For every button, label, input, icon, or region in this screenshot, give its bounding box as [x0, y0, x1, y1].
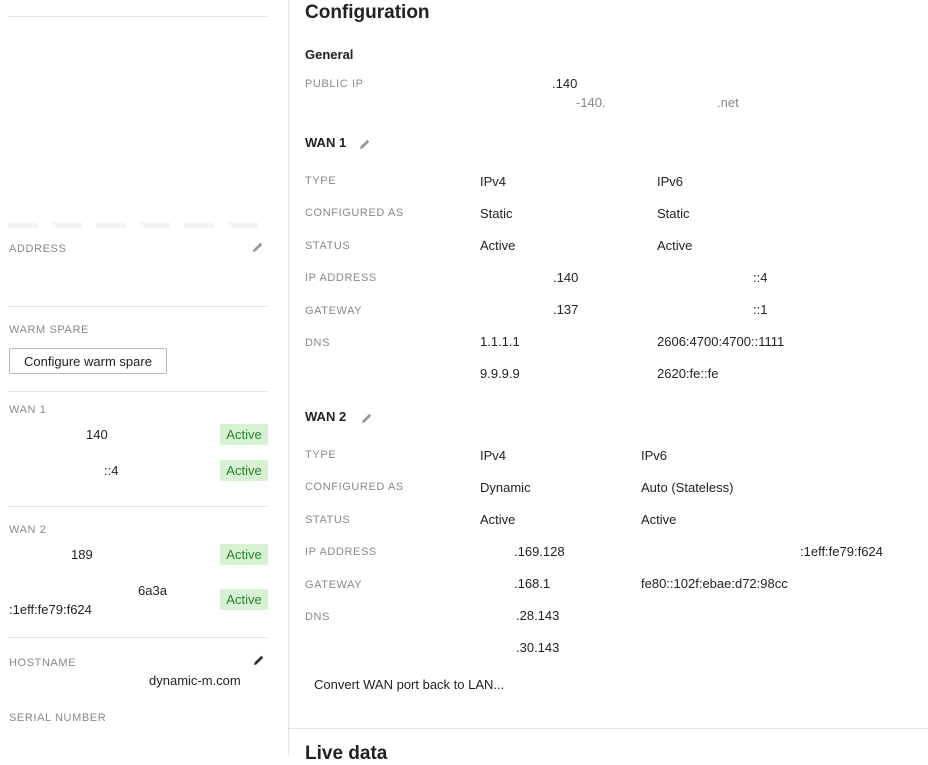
- dns-label: DNS: [305, 611, 331, 623]
- wan2-ipv4-dns1: .28.143: [516, 608, 560, 623]
- page-title: Configuration: [305, 2, 430, 23]
- public-hostname-part: -140.: [576, 95, 606, 110]
- status-label: STATUS: [305, 240, 351, 252]
- wan2-ipv6-gateway: fe80::102f:ebae:d72:98cc: [641, 576, 788, 591]
- wan1-ipv4-status: Active: [480, 238, 516, 253]
- edit-address-pencil-icon[interactable]: [252, 241, 264, 253]
- wan2-ipv4-value: 189: [71, 547, 93, 562]
- configured-as-label: CONFIGURED AS: [305, 207, 404, 219]
- wan2-ipv6-configured: Auto (Stateless): [641, 480, 734, 495]
- configure-warm-spare-button[interactable]: Configure warm spare: [9, 348, 167, 374]
- wan1-ipv4-dns1: 1.1.1.1: [480, 334, 520, 349]
- type-label: TYPE: [305, 449, 337, 461]
- edit-wan1-pencil-icon[interactable]: [359, 138, 371, 150]
- wan1-section-title: WAN 1: [305, 135, 347, 150]
- status-label: STATUS: [305, 514, 351, 526]
- wan2-ipv4-gateway: .168.1: [514, 576, 551, 591]
- sidebar: ADDRESS WARM SPARE Configure warm spare …: [0, 0, 289, 755]
- public-ip-value: .140: [552, 76, 578, 91]
- wan1-ipv4-ip: .140: [553, 270, 579, 285]
- status-badge: Active: [220, 544, 268, 565]
- divider: [8, 306, 268, 307]
- wan1-ipv6-dns1: 2606:4700:4700::1111: [657, 334, 785, 349]
- wan1-ipv4-dns2: 9.9.9.9: [480, 366, 520, 381]
- status-badge: Active: [220, 460, 268, 481]
- ip-address-label: IP ADDRESS: [305, 272, 377, 284]
- divider: [8, 16, 268, 17]
- wan1-ipv4-value: 140: [86, 427, 108, 442]
- live-data-section-title: Live data: [305, 743, 388, 764]
- main-content: Configuration General PUBLIC IP .140 -14…: [289, 0, 928, 764]
- configured-as-label: CONFIGURED AS: [305, 481, 404, 493]
- wan2-ipv6-type: IPv6: [641, 448, 668, 463]
- divider: [8, 637, 268, 638]
- edit-wan2-pencil-icon[interactable]: [361, 412, 373, 424]
- wan1-ipv4-type: IPv4: [480, 174, 507, 189]
- address-label: ADDRESS: [9, 243, 67, 255]
- wan1-ipv6-status: Active: [657, 238, 693, 253]
- wan1-ipv6-type: IPv6: [657, 174, 684, 189]
- wan2-ipv4-configured: Dynamic: [480, 480, 531, 495]
- general-section-title: General: [305, 47, 354, 62]
- wan1-ipv4-configured: Static: [480, 206, 513, 221]
- public-hostname-domain: .net: [717, 95, 739, 110]
- wan2-ipv6-status: Active: [641, 512, 677, 527]
- gateway-label: GATEWAY: [305, 579, 363, 591]
- divider: [8, 391, 268, 392]
- hostname-value: dynamic-m.com: [149, 673, 241, 688]
- wan2-ipv6-value-continued: :1eff:fe79:f624: [9, 602, 92, 617]
- wan2-label: WAN 2: [9, 524, 47, 536]
- wan1-ipv6-value: ::4: [104, 463, 119, 478]
- convert-wan-to-lan-link[interactable]: Convert WAN port back to LAN...: [314, 677, 504, 692]
- serial-number-label: SERIAL NUMBER: [9, 712, 107, 724]
- wan1-ipv6-configured: Static: [657, 206, 690, 221]
- divider: [8, 506, 268, 507]
- edit-hostname-pencil-icon[interactable]: [253, 654, 265, 666]
- wan2-ipv4-type: IPv4: [480, 448, 507, 463]
- divider: [289, 728, 928, 729]
- clipped-content: [8, 222, 268, 228]
- wan2-ipv4-ip: .169.128: [514, 544, 565, 559]
- dns-label: DNS: [305, 337, 331, 349]
- ip-address-label: IP ADDRESS: [305, 546, 377, 558]
- wan2-ipv6-ip: :1eff:fe79:f624: [800, 544, 883, 559]
- wan2-ipv4-dns2: .30.143: [516, 640, 560, 655]
- wan1-ipv6-dns2: 2620:fe::fe: [657, 366, 719, 381]
- warm-spare-label: WARM SPARE: [9, 324, 89, 336]
- wan2-ipv4-status: Active: [480, 512, 516, 527]
- wan1-ipv6-gateway: ::1: [753, 302, 768, 317]
- public-ip-label: PUBLIC IP: [305, 78, 364, 90]
- wan2-ipv6-value: 6a3a: [138, 583, 167, 598]
- wan2-section-title: WAN 2: [305, 409, 347, 424]
- status-badge: Active: [220, 424, 268, 445]
- gateway-label: GATEWAY: [305, 305, 363, 317]
- status-badge: Active: [220, 589, 268, 610]
- wan1-label: WAN 1: [9, 404, 47, 416]
- wan1-ipv6-ip: ::4: [753, 270, 768, 285]
- type-label: TYPE: [305, 175, 337, 187]
- wan1-ipv4-gateway: .137: [553, 302, 579, 317]
- hostname-label: HOSTNAME: [9, 657, 77, 669]
